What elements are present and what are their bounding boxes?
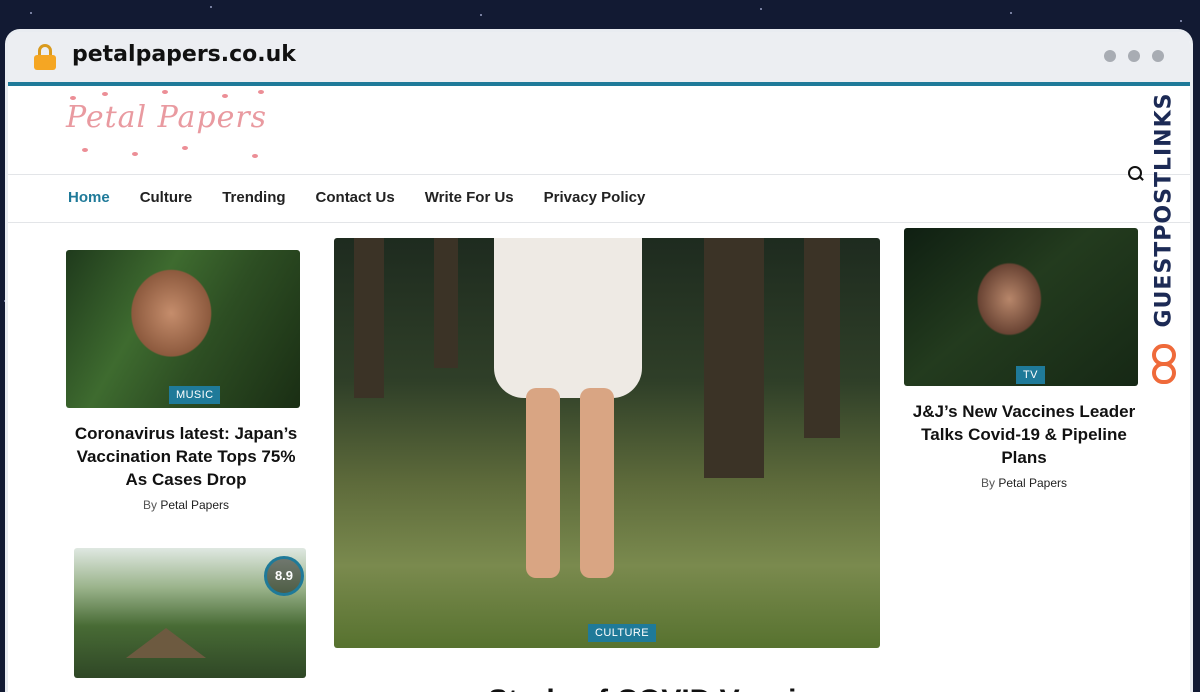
- main-nav: Home Culture Trending Contact Us Write F…: [68, 180, 645, 214]
- nav-item-culture[interactable]: Culture: [140, 189, 193, 206]
- leg-shape: [526, 388, 560, 578]
- watermark-text: GUESTPOSTLINKS: [1151, 92, 1177, 328]
- nav-item-contact-us[interactable]: Contact Us: [316, 189, 395, 206]
- review-score-badge: 8.9: [264, 556, 304, 596]
- nav-item-privacy-policy[interactable]: Privacy Policy: [544, 189, 646, 206]
- article-byline: By Petal Papers: [904, 476, 1144, 490]
- star-decoration: [1010, 12, 1012, 14]
- article-thumbnail[interactable]: 8.9: [74, 548, 306, 678]
- tree-trunk-shape: [434, 238, 458, 368]
- star-decoration: [30, 12, 32, 14]
- guestpostlinks-watermark: GUESTPOSTLINKS: [1146, 92, 1182, 392]
- chain-link-icon: [1152, 340, 1176, 388]
- category-badge[interactable]: TV: [1016, 366, 1045, 384]
- divider: [8, 222, 1190, 223]
- site-logo[interactable]: Petal Papers: [62, 88, 272, 164]
- hut-shape: [126, 628, 206, 658]
- star-decoration: [760, 8, 762, 10]
- article-thumbnail[interactable]: [904, 228, 1138, 386]
- browser-window: petalpapers.co.uk Petal Papers Home Cult…: [8, 32, 1190, 692]
- featured-article-title[interactable]: Study of COVID Vaccine: [488, 684, 831, 692]
- star-decoration: [210, 6, 212, 8]
- leg-shape: [580, 388, 614, 578]
- article-thumbnail[interactable]: [66, 250, 300, 408]
- dot-icon: [1104, 50, 1116, 62]
- window-menu-dots[interactable]: [1104, 50, 1164, 62]
- featured-article-image[interactable]: [334, 238, 880, 648]
- url-text[interactable]: petalpapers.co.uk: [72, 42, 296, 67]
- dress-shape: [494, 238, 642, 398]
- nav-item-trending[interactable]: Trending: [222, 189, 285, 206]
- star-decoration: [4, 300, 6, 302]
- byline-prefix: By: [980, 476, 995, 490]
- tree-trunk-shape: [354, 238, 384, 398]
- dot-icon: [1152, 50, 1164, 62]
- search-icon[interactable]: [1128, 166, 1144, 182]
- article-title[interactable]: J&J’s New Vaccines Leader Talks Covid-19…: [904, 400, 1144, 469]
- dot-icon: [1128, 50, 1140, 62]
- logo-text: Petal Papers: [66, 100, 268, 135]
- nav-item-write-for-us[interactable]: Write For Us: [425, 189, 514, 206]
- browser-address-bar[interactable]: petalpapers.co.uk: [8, 32, 1190, 86]
- article-byline: By Petal Papers: [66, 498, 306, 512]
- lock-icon: [34, 44, 56, 70]
- nav-item-home[interactable]: Home: [68, 189, 110, 206]
- category-badge[interactable]: MUSIC: [169, 386, 221, 404]
- byline-prefix: By: [142, 498, 157, 512]
- star-decoration: [480, 14, 482, 16]
- tree-trunk-shape: [704, 238, 764, 478]
- divider: [8, 174, 1190, 175]
- author-link[interactable]: Petal Papers: [160, 498, 229, 512]
- article-title[interactable]: Coronavirus latest: Japan’s Vaccination …: [66, 422, 306, 491]
- tree-trunk-shape: [804, 238, 840, 438]
- author-link[interactable]: Petal Papers: [998, 476, 1067, 490]
- category-badge[interactable]: CULTURE: [588, 624, 656, 642]
- star-decoration: [1180, 20, 1182, 22]
